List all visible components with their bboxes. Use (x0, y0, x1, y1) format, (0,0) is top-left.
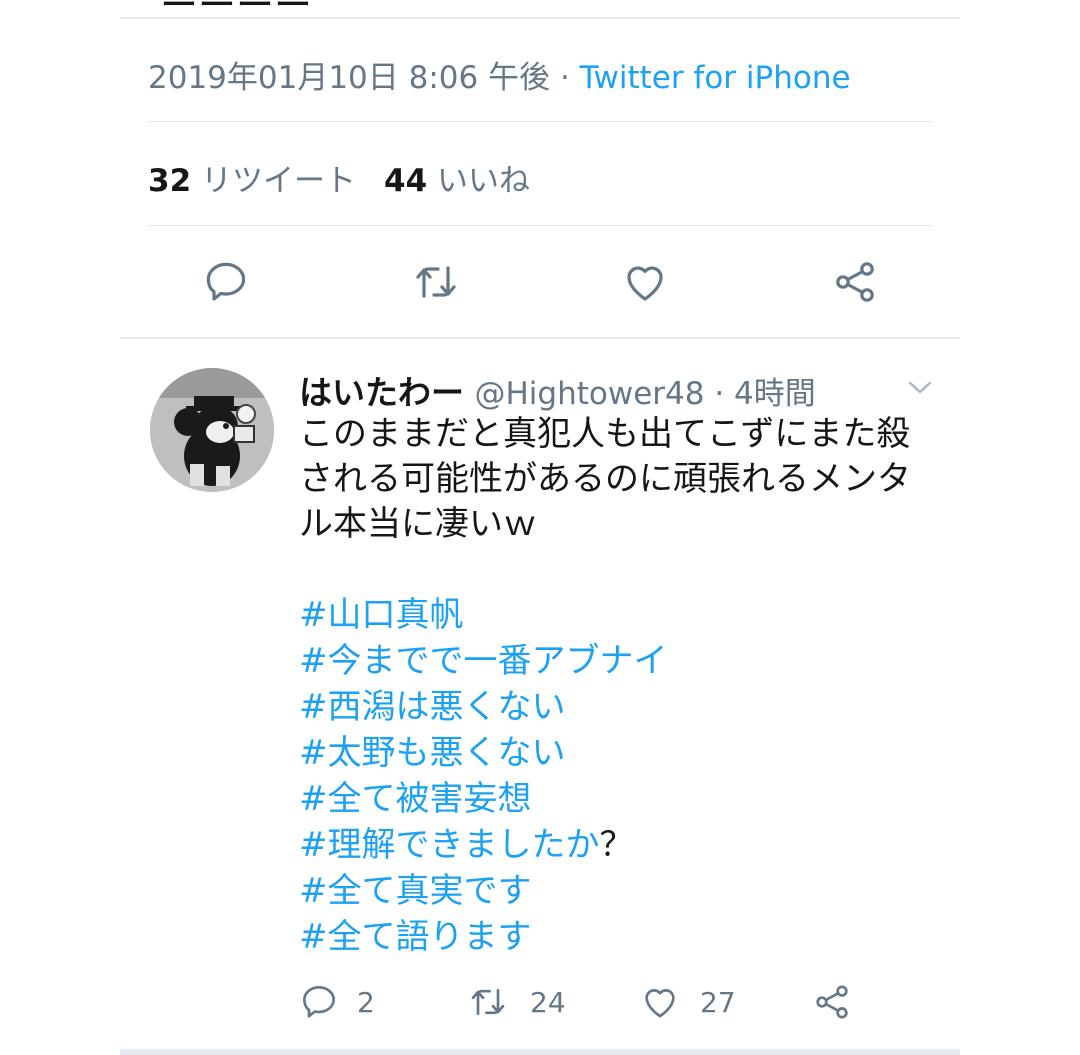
retweet-count: 32 (148, 163, 192, 199)
previous-tweet-cutoff: ーーーー (120, 0, 960, 18)
top-divider (120, 17, 960, 19)
tweet-meta: 2019年01月10日 8:06 午後 · Twitter for iPhone (148, 52, 851, 97)
hashtag-link[interactable]: #全て真実です (299, 868, 668, 914)
reply-icon[interactable] (299, 982, 339, 1022)
hashtag-link[interactable]: #全て語ります (299, 914, 668, 960)
retweet-label: リツイート (201, 163, 356, 199)
meta-separator: · (550, 60, 580, 96)
like-icon[interactable] (621, 258, 669, 306)
like-count: 44 (384, 163, 428, 199)
reply-text: このままだと真犯人も出てこずにまた殺される可能性があるのに頑張れるメンタル本当に… (299, 414, 911, 544)
chevron-down-icon[interactable] (904, 374, 936, 402)
reply-count: 2 (357, 986, 375, 1019)
hashtag-link[interactable]: #西潟は悪くない (299, 684, 668, 730)
like-icon[interactable] (640, 982, 680, 1022)
retweet-icon[interactable] (468, 982, 508, 1022)
retweet-icon[interactable] (412, 258, 460, 306)
hashtag-list: #山口真帆 #今までで一番アブナイ #西潟は悪くない #太野も悪くない #全て被… (299, 592, 668, 960)
retweet-stat[interactable]: 32 リツイート (148, 163, 356, 199)
bottom-divider (120, 1049, 960, 1055)
reply-icon[interactable] (202, 258, 250, 306)
share-icon[interactable] (831, 258, 879, 306)
tweet-source-link[interactable]: Twitter for iPhone (580, 60, 851, 96)
hashtag-link[interactable]: #今までで一番アブナイ (299, 638, 668, 684)
display-name[interactable]: はいたわー (299, 373, 464, 412)
tweet-stats: 32 リツイート 44 いいね (148, 155, 530, 200)
divider (148, 121, 932, 122)
hashtag-link[interactable]: #理解できましたか？ (299, 822, 668, 868)
like-count: 27 (700, 986, 736, 1019)
avatar[interactable] (150, 368, 274, 492)
share-icon[interactable] (812, 982, 852, 1022)
like-label: いいね (437, 163, 530, 199)
section-divider (120, 337, 960, 339)
like-stat[interactable]: 44 いいね (384, 163, 530, 199)
reply-header: はいたわー @Hightower48 · 4時間 (299, 366, 816, 414)
handle-and-time: @Hightower48 · 4時間 (474, 376, 816, 412)
hashtag-suffix: ？ (599, 825, 634, 865)
tweet-timestamp: 2019年01月10日 8:06 午後 (148, 60, 551, 96)
divider (148, 225, 932, 226)
hashtag-link[interactable]: #全て被害妄想 (299, 776, 668, 822)
hashtag-link[interactable]: #山口真帆 (299, 592, 668, 638)
hashtag-link[interactable]: #太野も悪くない (299, 730, 668, 776)
retweet-count: 24 (530, 986, 566, 1019)
